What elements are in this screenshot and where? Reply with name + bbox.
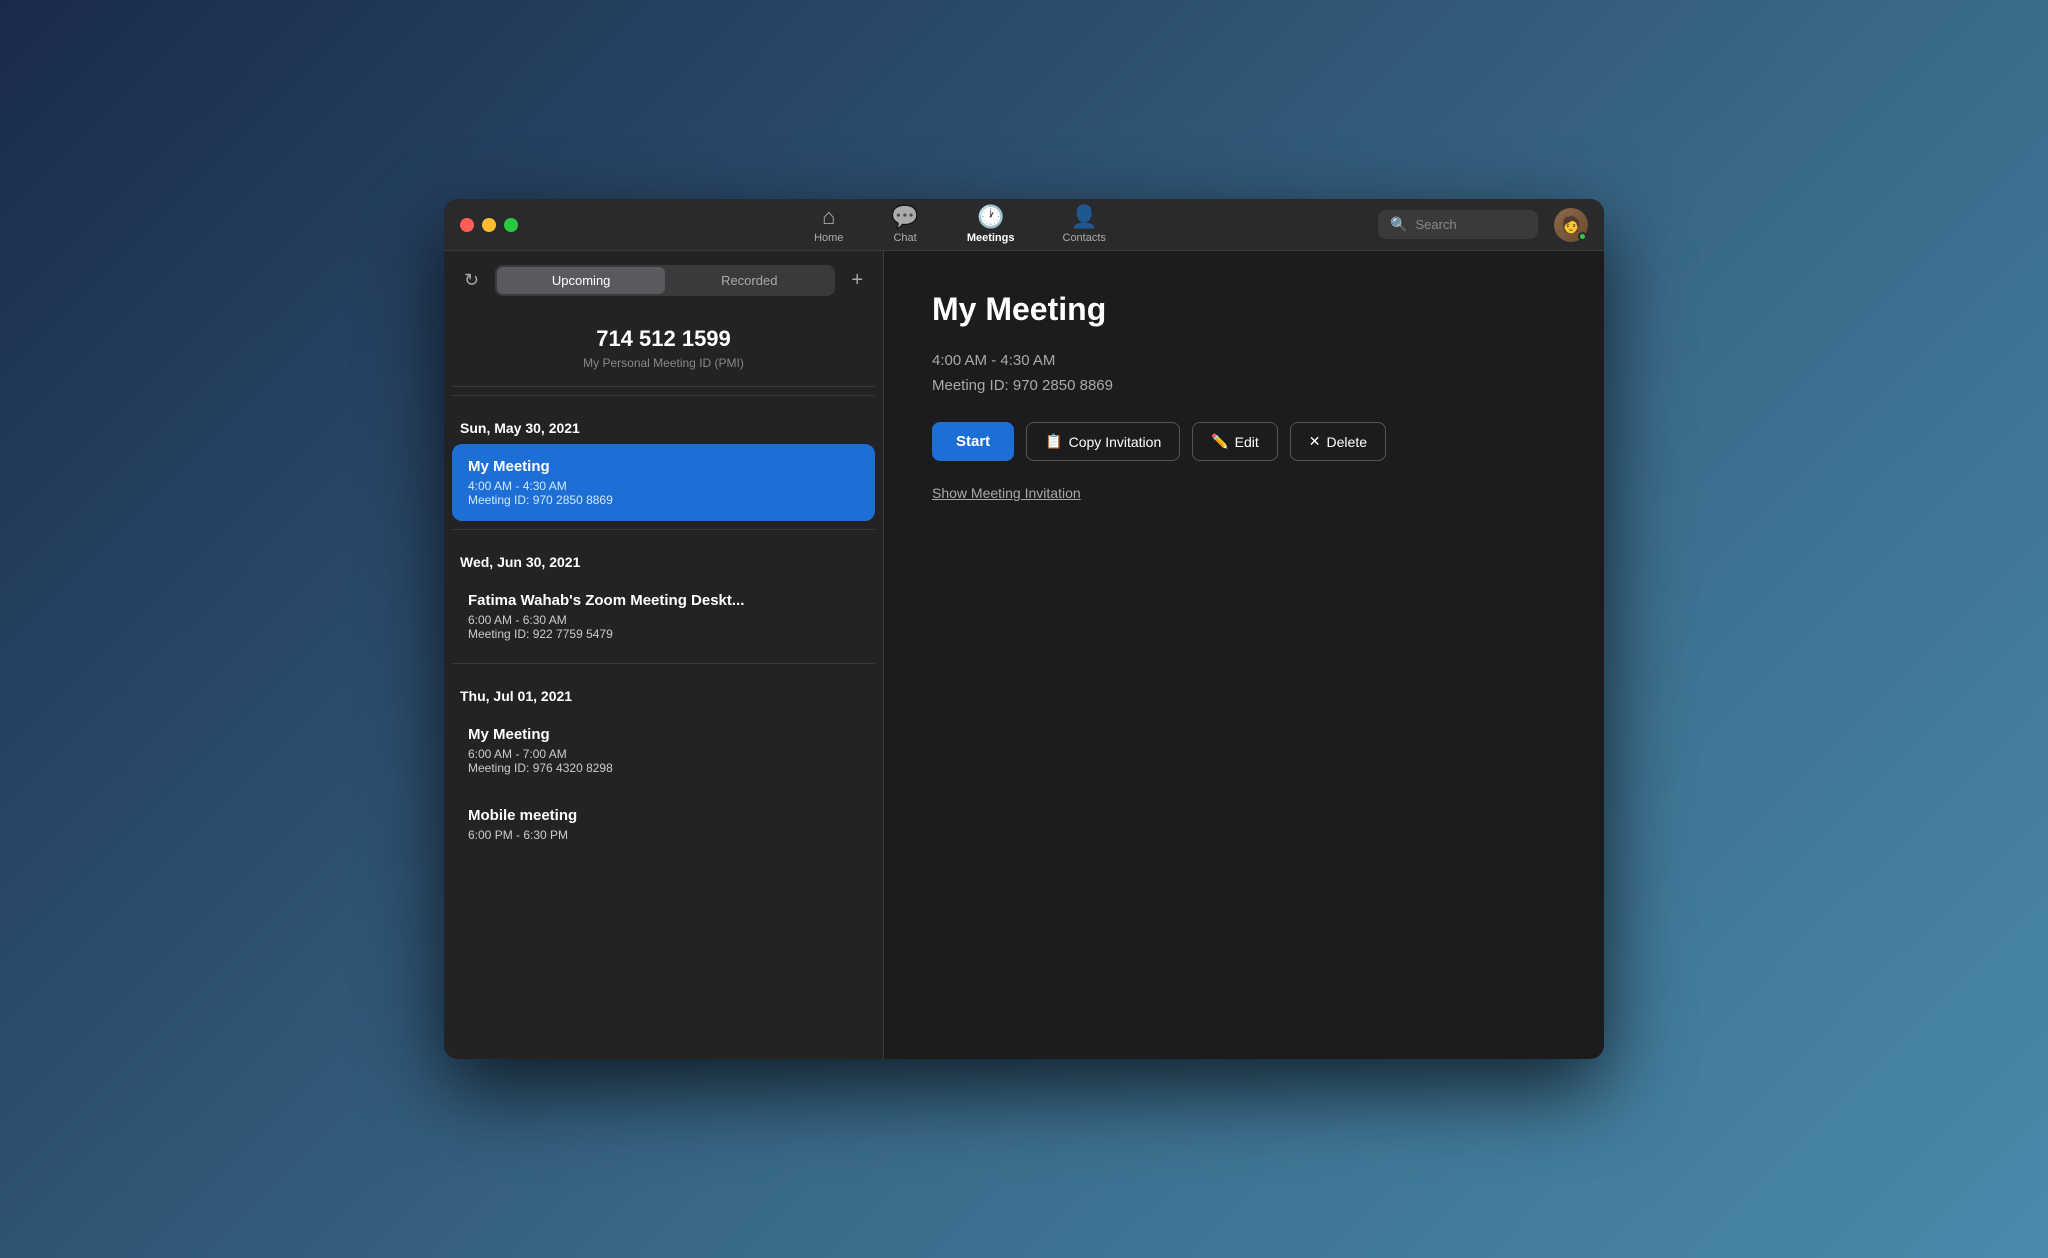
copy-icon: 📋	[1045, 433, 1062, 450]
meetings-icon: 🕐	[977, 206, 1004, 228]
delete-icon: ✕	[1309, 433, 1321, 450]
nav-tabs: ⌂ Home 💬 Chat 🕐 Meetings 👤 Contacts	[542, 206, 1378, 244]
edit-button[interactable]: ✏️ Edit	[1192, 422, 1278, 461]
close-button[interactable]	[460, 218, 474, 232]
detail-panel: My Meeting 4:00 AM - 4:30 AM Meeting ID:…	[884, 251, 1604, 1059]
meeting-time-1: 4:00 AM - 4:30 AM	[468, 479, 859, 493]
online-status-dot	[1578, 232, 1587, 241]
nav-tab-meetings-label: Meetings	[967, 232, 1015, 244]
start-button[interactable]: Start	[932, 422, 1014, 461]
pmi-number: 714 512 1599	[460, 326, 867, 352]
avatar-area[interactable]: 🧑	[1554, 208, 1588, 242]
refresh-button[interactable]: ↻	[460, 266, 483, 295]
sidebar-scroll: 714 512 1599 My Personal Meeting ID (PMI…	[444, 310, 883, 1059]
search-input[interactable]	[1415, 217, 1526, 232]
meeting-item-2[interactable]: Fatima Wahab's Zoom Meeting Deskt... 6:0…	[452, 578, 875, 655]
minimize-button[interactable]	[482, 218, 496, 232]
meeting-item-4[interactable]: Mobile meeting 6:00 PM - 6:30 PM	[452, 793, 875, 856]
search-bar[interactable]: 🔍	[1378, 210, 1538, 239]
pmi-section: 714 512 1599 My Personal Meeting ID (PMI…	[452, 310, 875, 387]
sidebar: ↻ Upcoming Recorded + 714 512 1599 My Pe…	[444, 251, 884, 1059]
tab-upcoming[interactable]: Upcoming	[497, 267, 665, 294]
detail-meeting-id: Meeting ID: 970 2850 8869	[932, 377, 1556, 394]
nav-tab-contacts[interactable]: 👤 Contacts	[1063, 206, 1106, 244]
meeting-time-3: 6:00 AM - 7:00 AM	[468, 747, 859, 761]
tab-recorded[interactable]: Recorded	[665, 267, 833, 294]
meeting-id-3: Meeting ID: 976 4320 8298	[468, 761, 859, 775]
nav-tab-meetings[interactable]: 🕐 Meetings	[967, 206, 1015, 244]
section-divider-3	[452, 663, 875, 664]
meeting-id-2: Meeting ID: 922 7759 5479	[468, 627, 859, 641]
nav-tab-chat-label: Chat	[893, 232, 916, 244]
pmi-label: My Personal Meeting ID (PMI)	[460, 356, 867, 370]
titlebar: ⌂ Home 💬 Chat 🕐 Meetings 👤 Contacts 🔍 🧑	[444, 199, 1604, 251]
detail-meeting-time: 4:00 AM - 4:30 AM	[932, 352, 1556, 369]
sidebar-toolbar: ↻ Upcoming Recorded +	[444, 251, 883, 310]
meeting-item-3[interactable]: My Meeting 6:00 AM - 7:00 AM Meeting ID:…	[452, 712, 875, 789]
copy-invitation-button[interactable]: 📋 Copy Invitation	[1026, 422, 1180, 461]
action-buttons: Start 📋 Copy Invitation ✏️ Edit ✕ Delete	[932, 422, 1556, 461]
date-group-3: Thu, Jul 01, 2021	[452, 672, 875, 712]
meeting-title-3: My Meeting	[468, 726, 859, 743]
contacts-icon: 👤	[1071, 206, 1098, 228]
meeting-time-2: 6:00 AM - 6:30 AM	[468, 613, 859, 627]
meeting-title-1: My Meeting	[468, 458, 859, 475]
tab-group: Upcoming Recorded	[495, 265, 835, 296]
date-group-2: Wed, Jun 30, 2021	[452, 538, 875, 578]
nav-tab-home-label: Home	[814, 232, 843, 244]
nav-tab-chat[interactable]: 💬 Chat	[891, 206, 918, 244]
date-group-1: Sun, May 30, 2021	[452, 404, 875, 444]
meeting-time-4: 6:00 PM - 6:30 PM	[468, 828, 859, 842]
maximize-button[interactable]	[504, 218, 518, 232]
zoom-window: ⌂ Home 💬 Chat 🕐 Meetings 👤 Contacts 🔍 🧑	[444, 199, 1604, 1059]
meeting-title-2: Fatima Wahab's Zoom Meeting Deskt...	[468, 592, 859, 609]
nav-tab-home[interactable]: ⌂ Home	[814, 206, 843, 244]
edit-icon: ✏️	[1211, 433, 1228, 450]
section-divider-2	[452, 529, 875, 530]
show-invitation-button[interactable]: Show Meeting Invitation	[932, 485, 1081, 501]
home-icon: ⌂	[822, 206, 835, 228]
detail-meeting-title: My Meeting	[932, 291, 1556, 328]
copy-invitation-label: Copy Invitation	[1069, 434, 1162, 450]
add-meeting-button[interactable]: +	[847, 265, 867, 296]
delete-label: Delete	[1327, 434, 1367, 450]
search-icon: 🔍	[1390, 216, 1407, 233]
nav-tab-contacts-label: Contacts	[1063, 232, 1106, 244]
traffic-lights	[460, 218, 518, 232]
edit-label: Edit	[1235, 434, 1259, 450]
chat-icon: 💬	[891, 206, 918, 228]
section-divider-1	[452, 395, 875, 396]
meeting-id-1: Meeting ID: 970 2850 8869	[468, 493, 859, 507]
meeting-item-1[interactable]: My Meeting 4:00 AM - 4:30 AM Meeting ID:…	[452, 444, 875, 521]
delete-button[interactable]: ✕ Delete	[1290, 422, 1386, 461]
main-content: ↻ Upcoming Recorded + 714 512 1599 My Pe…	[444, 251, 1604, 1059]
meeting-title-4: Mobile meeting	[468, 807, 859, 824]
